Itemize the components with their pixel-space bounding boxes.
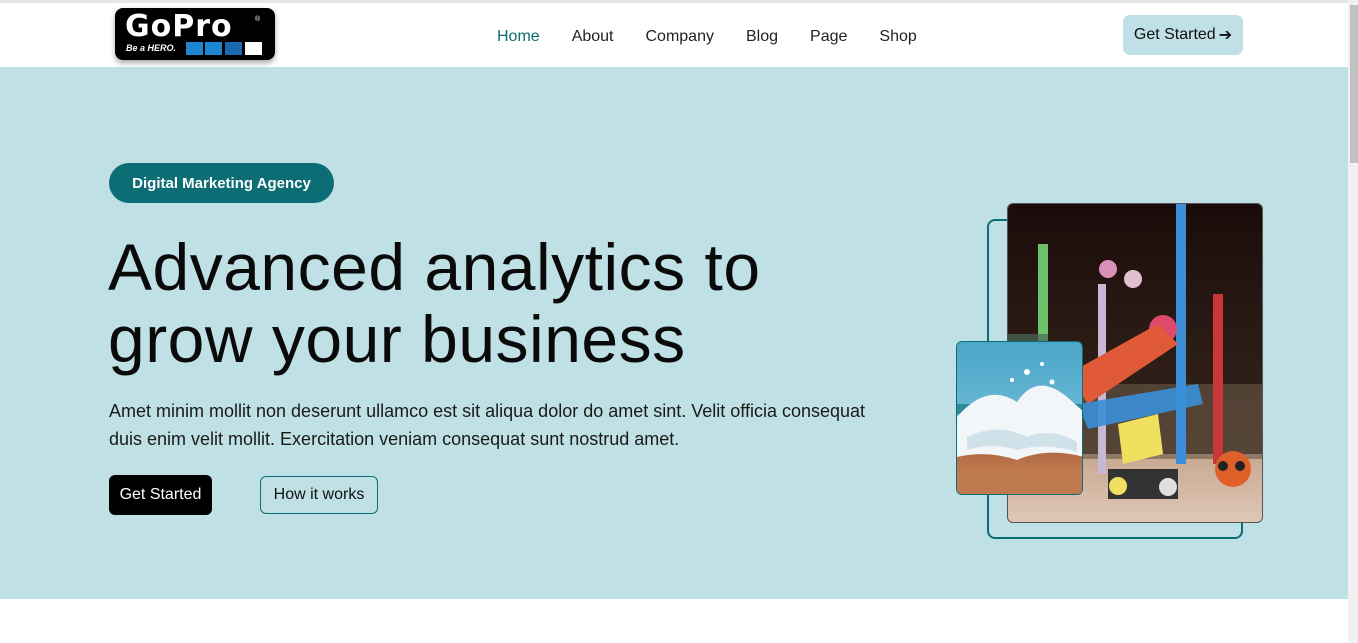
logo-square <box>186 42 203 55</box>
logo-tagline: Be a HERO. <box>126 43 177 53</box>
logo-wordmark: GoPro <box>125 9 233 44</box>
gopro-logo[interactable]: GoPro ® Be a HERO. <box>115 8 275 60</box>
how-it-works-button[interactable]: How it works <box>260 476 378 514</box>
agency-badge: Digital Marketing Agency <box>109 163 334 203</box>
logo-square <box>205 42 222 55</box>
arrow-right-icon: ➔ <box>1218 27 1233 44</box>
get-started-nav-button[interactable]: Get Started ➔ <box>1123 15 1243 55</box>
hero-section: Digital Marketing Agency Advanced analyt… <box>0 67 1348 599</box>
hero-photo-secondary <box>956 341 1083 495</box>
nav-link-page[interactable]: Page <box>810 27 847 47</box>
nav-link-blog[interactable]: Blog <box>746 27 778 47</box>
nav-link-company[interactable]: Company <box>646 27 714 47</box>
logo-registered-mark: ® <box>255 16 261 23</box>
get-started-nav-label: Get Started <box>1133 26 1216 43</box>
hero-title: Advanced analytics to grow your business <box>108 230 761 376</box>
hero-description: Amet minim mollit non deserunt ullamco e… <box>109 401 866 449</box>
scrollbar-thumb[interactable] <box>1350 5 1358 163</box>
nav-link-about[interactable]: About <box>572 27 614 47</box>
ocean-wave-image <box>957 342 1082 494</box>
navbar: GoPro ® Be a HERO. Home About Company Bl… <box>0 3 1348 67</box>
logo-square <box>225 42 242 55</box>
next-section <box>0 599 1348 643</box>
nav-link-shop[interactable]: Shop <box>879 27 916 47</box>
get-started-button[interactable]: Get Started <box>109 475 212 515</box>
main-nav: Home About Company Blog Page Shop <box>497 27 949 47</box>
logo-square <box>245 42 262 55</box>
nav-link-home[interactable]: Home <box>497 27 540 47</box>
